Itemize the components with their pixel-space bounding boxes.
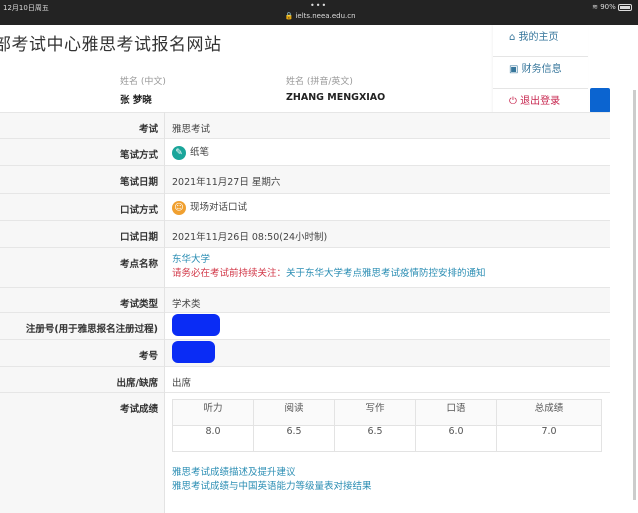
table-row: 考号 xyxy=(0,339,610,367)
more-dots-icon[interactable]: ••• xyxy=(310,1,327,10)
row-value: 现场对话口试 xyxy=(190,202,248,213)
notice-prefix: 请务必在考试前持续关注： xyxy=(172,268,287,279)
row-label: 考试 xyxy=(0,112,165,139)
score-value: 6.5 xyxy=(334,425,416,452)
name-cn-value: 张 梦晓 xyxy=(120,95,152,106)
home-icon: ⌂ xyxy=(509,32,516,43)
row-label: 口试方式 xyxy=(0,193,165,221)
table-row: 出席/缺席 出席 xyxy=(0,366,610,393)
pencil-icon: ✎ xyxy=(172,145,186,160)
score-header: 听力 xyxy=(172,399,254,426)
score-description-link[interactable]: 雅思考试成绩描述及提升建议 xyxy=(172,466,602,480)
redacted-registration-no xyxy=(172,314,220,336)
name-en-value: ZHANG MENGXIAO xyxy=(286,92,386,103)
row-value: 学术类 xyxy=(164,287,610,313)
scrollbar[interactable] xyxy=(633,90,636,500)
speaking-icon: ☺ xyxy=(172,200,186,215)
row-label: 笔试日期 xyxy=(0,165,165,194)
side-menu: ⌂ 我的主页 ▣ 财务信息 ⏻ 退出登录 xyxy=(493,25,588,115)
briefcase-icon: ▣ xyxy=(509,64,519,75)
row-value: 纸笔 xyxy=(190,147,210,158)
row-label: 出席/缺席 xyxy=(0,366,165,393)
status-time: 12月10日周五 xyxy=(3,4,49,12)
table-row: 考试类型 学术类 xyxy=(0,287,610,313)
wifi-icon: ≋ xyxy=(592,3,598,11)
notice-link[interactable]: 关于东华大学考点雅思考试疫情防控安排的通知 xyxy=(286,268,486,279)
menu-finance-label: 财务信息 xyxy=(521,64,562,75)
score-header: 口语 xyxy=(415,399,497,426)
score-value: 6.0 xyxy=(415,425,497,452)
battery-icon xyxy=(618,3,632,11)
score-value: 8.0 xyxy=(172,425,254,452)
score-header: 写作 xyxy=(334,399,416,426)
score-value: 6.5 xyxy=(253,425,335,452)
venue-link[interactable]: 东华大学 xyxy=(172,253,602,267)
name-en-block: 姓名 (拼音/英文) ZHANG MENGXIAO xyxy=(286,74,385,103)
status-bar: 12月10日周五 ••• 🔒 ielts.neea.edu.cn ≋ 90% xyxy=(0,0,638,25)
power-icon: ⏻ xyxy=(509,96,517,107)
table-row: 口试日期 2021年11月26日 08:50(24小时制) xyxy=(0,220,610,248)
table-row: 笔试日期 2021年11月27日 星期六 xyxy=(0,165,610,194)
name-en-label: 姓名 (拼音/英文) xyxy=(286,77,353,87)
table-row: 考试 雅思考试 xyxy=(0,112,610,139)
menu-finance[interactable]: ▣ 财务信息 xyxy=(493,57,588,89)
row-label: 考试类型 xyxy=(0,287,165,313)
row-label: 考点名称 xyxy=(0,247,165,288)
table-row: 考试成绩 听力 阅读 写作 口语 总成绩 8.0 6.5 6.5 6.0 7.0 雅思考试成绩描… xyxy=(0,392,610,513)
status-right: ≋ 90% xyxy=(592,3,632,11)
battery-text: 90% xyxy=(600,3,616,11)
row-value: 出席 xyxy=(164,366,610,393)
url-bar[interactable]: 🔒 ielts.neea.edu.cn xyxy=(270,12,370,20)
score-header: 总成绩 xyxy=(496,399,602,426)
table-row: 笔试方式 ✎ 纸笔 xyxy=(0,138,610,166)
row-value: 2021年11月26日 08:50(24小时制) xyxy=(164,220,610,248)
name-cn-block: 姓名 (中文) 张 梦晓 xyxy=(120,74,166,106)
name-cn-label: 姓名 (中文) xyxy=(120,77,166,87)
redacted-candidate-no xyxy=(172,341,215,363)
menu-logout-label: 退出登录 xyxy=(520,96,561,107)
menu-home[interactable]: ⌂ 我的主页 xyxy=(493,25,588,57)
scores-table: 听力 阅读 写作 口语 总成绩 8.0 6.5 6.5 6.0 7.0 xyxy=(172,399,602,452)
score-value: 7.0 xyxy=(496,425,602,452)
table-row: 口试方式 ☺ 现场对话口试 xyxy=(0,193,610,221)
row-label: 笔试方式 xyxy=(0,138,165,166)
row-label: 考号 xyxy=(0,339,165,367)
row-label: 注册号(用于雅思报名注册过程) xyxy=(0,312,165,340)
table-row: 考点名称 东华大学 请务必在考试前持续关注：关于东华大学考点雅思考试疫情防控安排的通… xyxy=(0,247,610,288)
exam-info-table: 考试 雅思考试 笔试方式 ✎ 纸笔 笔试日期 2021年11月27日 星期六 口试方式 ☺… xyxy=(0,112,610,513)
row-label: 口试日期 xyxy=(0,220,165,248)
row-value: 2021年11月27日 星期六 xyxy=(164,165,610,194)
row-label: 考试成绩 xyxy=(0,392,165,513)
row-value: 雅思考试 xyxy=(164,112,610,139)
menu-home-label: 我的主页 xyxy=(518,32,559,43)
table-row: 注册号(用于雅思报名注册过程) xyxy=(0,312,610,340)
blue-side-button[interactable] xyxy=(590,88,610,113)
cse-mapping-link[interactable]: 雅思考试成绩与中国英语能力等级量表对接结果 xyxy=(172,480,602,494)
page-title: 部考试中心雅思考试报名网站 xyxy=(0,35,222,55)
url-text: ielts.neea.edu.cn xyxy=(295,12,356,20)
score-header: 阅读 xyxy=(253,399,335,426)
